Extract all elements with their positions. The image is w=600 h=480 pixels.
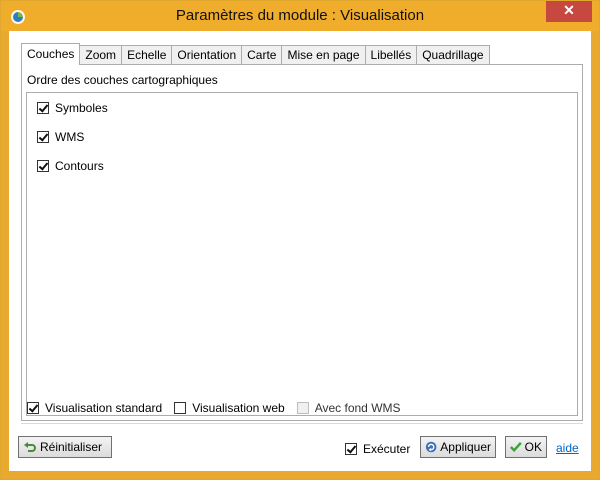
tab-strip: Couches Zoom Echelle Orientation Carte M… [21,43,490,65]
close-icon: ✕ [563,2,575,18]
window-title: Paramètres du module : Visualisation [175,7,425,24]
tab-mise-en-page[interactable]: Mise en page [281,45,366,64]
layer-wms-checkbox[interactable] [37,131,49,143]
list-item[interactable]: Symboles [37,99,108,117]
web-checkbox[interactable] [174,402,187,414]
layer-symboles-checkbox[interactable] [37,102,49,114]
tab-carte[interactable]: Carte [241,45,283,64]
execute-option[interactable]: Exécuter [345,442,410,456]
tab-echelle[interactable]: Echelle [121,45,173,64]
option-web[interactable]: Visualisation web [174,401,285,415]
layer-label: Contours [55,159,104,173]
tab-libelles[interactable]: Libellés [364,45,418,64]
option-wms-background: Avec fond WMS [296,401,401,415]
divider [21,423,583,424]
dialog-body: Couches Zoom Echelle Orientation Carte M… [9,31,591,471]
execute-checkbox[interactable] [345,443,357,455]
tab-zoom[interactable]: Zoom [79,45,123,64]
ok-button[interactable]: OK [505,436,547,458]
option-standard[interactable]: Visualisation standard [27,401,162,415]
layer-label: WMS [55,130,85,144]
checkmark-icon [510,442,522,453]
tab-orientation[interactable]: Orientation [171,45,243,64]
standard-label: Visualisation standard [45,401,163,415]
reset-label: Réinitialiser [40,440,103,454]
web-label: Visualisation web [192,401,285,415]
help-link[interactable]: aide [556,441,579,455]
wms-background-label: Avec fond WMS [314,401,401,415]
layers-list[interactable]: Symboles WMS Contours [26,92,578,416]
wms-background-checkbox [296,402,309,414]
visualisation-options: Visualisation standard Visualisation web… [27,401,413,415]
ok-label: OK [524,440,542,454]
tab-quadrillage[interactable]: Quadrillage [416,45,490,64]
undo-icon [24,442,36,452]
refresh-icon [425,441,437,453]
tab-couches[interactable]: Couches [21,43,81,65]
standard-checkbox[interactable] [27,402,39,414]
title-bar[interactable]: Paramètres du module : Visualisation ✕ [1,1,599,31]
layer-label: Symboles [55,101,108,115]
list-item[interactable]: Contours [37,157,104,175]
tab-panel-couches: Ordre des couches cartographiques Symbol… [21,64,583,421]
apply-label: Appliquer [440,440,491,454]
dialog-window: Paramètres du module : Visualisation ✕ C… [0,0,600,480]
layers-order-label: Ordre des couches cartographiques [27,73,218,87]
close-button[interactable]: ✕ [546,1,592,22]
list-item[interactable]: WMS [37,128,84,146]
execute-label: Exécuter [363,442,411,456]
reset-button[interactable]: Réinitialiser [18,436,112,458]
apply-button[interactable]: Appliquer [420,436,496,458]
layer-contours-checkbox[interactable] [37,160,49,172]
